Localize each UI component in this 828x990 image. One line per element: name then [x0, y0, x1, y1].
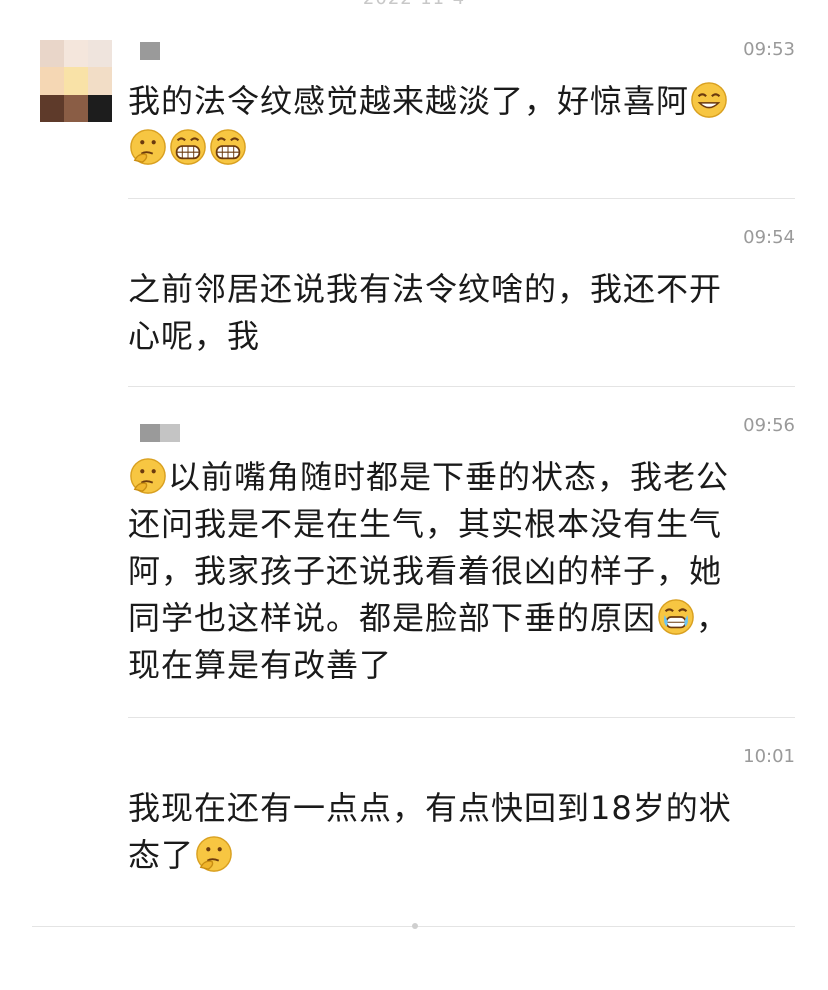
sender-name-redacted — [140, 42, 160, 60]
message-line: 同学也这样说。都是脸部下垂的原因 — [128, 599, 657, 637]
message-text: 之前邻居还说我有法令纹啥的，我还不开 心呢，我 — [128, 266, 788, 360]
message-line: 以前嘴角随时都是下垂的状态，我老公 — [168, 458, 730, 496]
message-line: 态了 — [128, 836, 195, 874]
avatar[interactable] — [40, 40, 112, 122]
sender-name-redacted — [140, 424, 160, 442]
message-text: 我现在还有一点点，有点快回到18岁的状 态了 — [128, 785, 788, 879]
message-divider — [128, 386, 795, 387]
message-line: 心呢，我 — [128, 317, 261, 355]
message-time: 10:01 — [743, 746, 795, 767]
message-time: 09:53 — [743, 39, 795, 60]
message-divider — [128, 717, 795, 718]
message-line: 我现在还有一点点，有点快回到18岁的状 — [128, 789, 732, 827]
message-time: 09:54 — [743, 227, 795, 248]
thinking-icon — [130, 458, 166, 494]
message-divider — [128, 198, 795, 199]
message-line: 我的法令纹感觉越来越淡了，好惊喜阿 — [128, 82, 690, 120]
sender-name-redacted — [160, 424, 180, 442]
message-line: 现在算是有改善了 — [128, 646, 393, 684]
crying-grin-icon — [658, 599, 694, 635]
thinking-icon — [196, 836, 232, 872]
grin-icon — [691, 82, 727, 118]
message-line: ， — [696, 599, 730, 637]
message-time: 09:56 — [743, 415, 795, 436]
message-line: 阿，我家孩子还说我看着很凶的样子，她 — [128, 552, 723, 590]
big-grin-icon — [210, 129, 246, 165]
message-line: 还问我是不是在生气，其实根本没有生气 — [128, 505, 723, 543]
big-grin-icon — [170, 129, 206, 165]
thinking-icon — [130, 129, 166, 165]
list-end-dot — [412, 923, 418, 929]
message-line: 之前邻居还说我有法令纹啥的，我还不开 — [128, 270, 723, 308]
message-text: 我的法令纹感觉越来越淡了，好惊喜阿 — [128, 78, 788, 172]
message-text: 以前嘴角随时都是下垂的状态，我老公 还问我是不是在生气，其实根本没有生气 阿，我… — [128, 454, 788, 689]
date-header: 2022-11-4 — [0, 0, 828, 9]
